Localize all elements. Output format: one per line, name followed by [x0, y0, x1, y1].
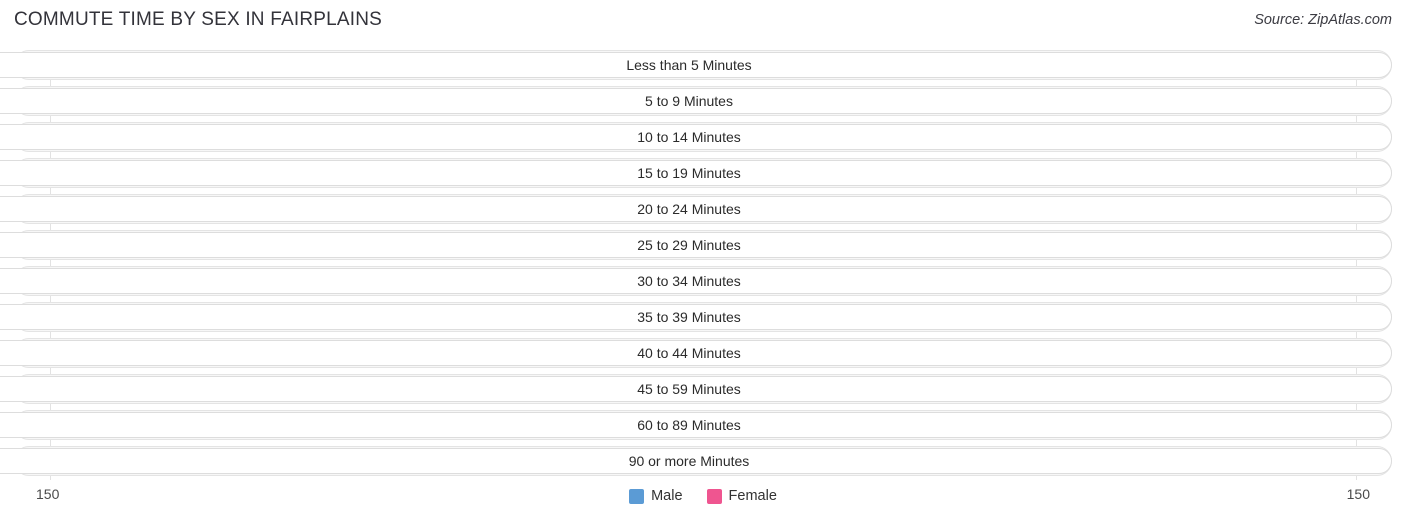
category-label: 25 to 29 Minutes [0, 232, 1392, 258]
category-label: 20 to 24 Minutes [0, 196, 1392, 222]
chart-row: 00Less than 5 Minutes [0, 50, 1406, 80]
chart-row: 8030 to 34 Minutes [0, 266, 1406, 296]
category-label: 90 or more Minutes [0, 448, 1392, 474]
chart-row: 522220 to 24 Minutes [0, 194, 1406, 224]
diverging-bar-chart: 00Less than 5 Minutes 3005 to 9 Minutes 66… [0, 50, 1406, 480]
chart-row: 02240 to 44 Minutes [0, 338, 1406, 368]
legend-item-male[interactable]: Male [629, 488, 683, 504]
chart-header: COMMUTE TIME BY SEX IN FAIRPLAINS Source… [0, 0, 1406, 40]
chart-row: 33060 to 89 Minutes [0, 410, 1406, 440]
chart-row: 0590 or more Minutes [0, 446, 1406, 476]
category-label: 35 to 39 Minutes [0, 304, 1392, 330]
category-label: 30 to 34 Minutes [0, 268, 1392, 294]
chart-row: 15845 to 59 Minutes [0, 374, 1406, 404]
legend-swatch-male-icon [629, 488, 645, 504]
category-label: 5 to 9 Minutes [0, 88, 1392, 114]
chart-row: 3005 to 9 Minutes [0, 86, 1406, 116]
category-label: 40 to 44 Minutes [0, 340, 1392, 366]
chart-row: 0035 to 39 Minutes [0, 302, 1406, 332]
chart-row: 12025 to 29 Minutes [0, 230, 1406, 260]
category-label: 60 to 89 Minutes [0, 412, 1392, 438]
legend-swatch-female-icon [706, 488, 722, 504]
category-label: 15 to 19 Minutes [0, 160, 1392, 186]
legend-label-female: Female [728, 488, 777, 504]
page-title: COMMUTE TIME BY SEX IN FAIRPLAINS [14, 9, 383, 30]
chart-row: 663610 to 14 Minutes [0, 122, 1406, 152]
category-label: Less than 5 Minutes [0, 52, 1392, 78]
chart-legend: Male Female [0, 488, 1406, 504]
chart-footer: 150 150 Male Female [0, 480, 1406, 522]
legend-item-female[interactable]: Female [706, 488, 777, 504]
legend-label-male: Male [651, 488, 683, 504]
source-attribution: Source: ZipAtlas.com [1254, 12, 1392, 28]
category-label: 45 to 59 Minutes [0, 376, 1392, 402]
chart-row: 011615 to 19 Minutes [0, 158, 1406, 188]
category-label: 10 to 14 Minutes [0, 124, 1392, 150]
chart-page: COMMUTE TIME BY SEX IN FAIRPLAINS Source… [0, 0, 1406, 522]
